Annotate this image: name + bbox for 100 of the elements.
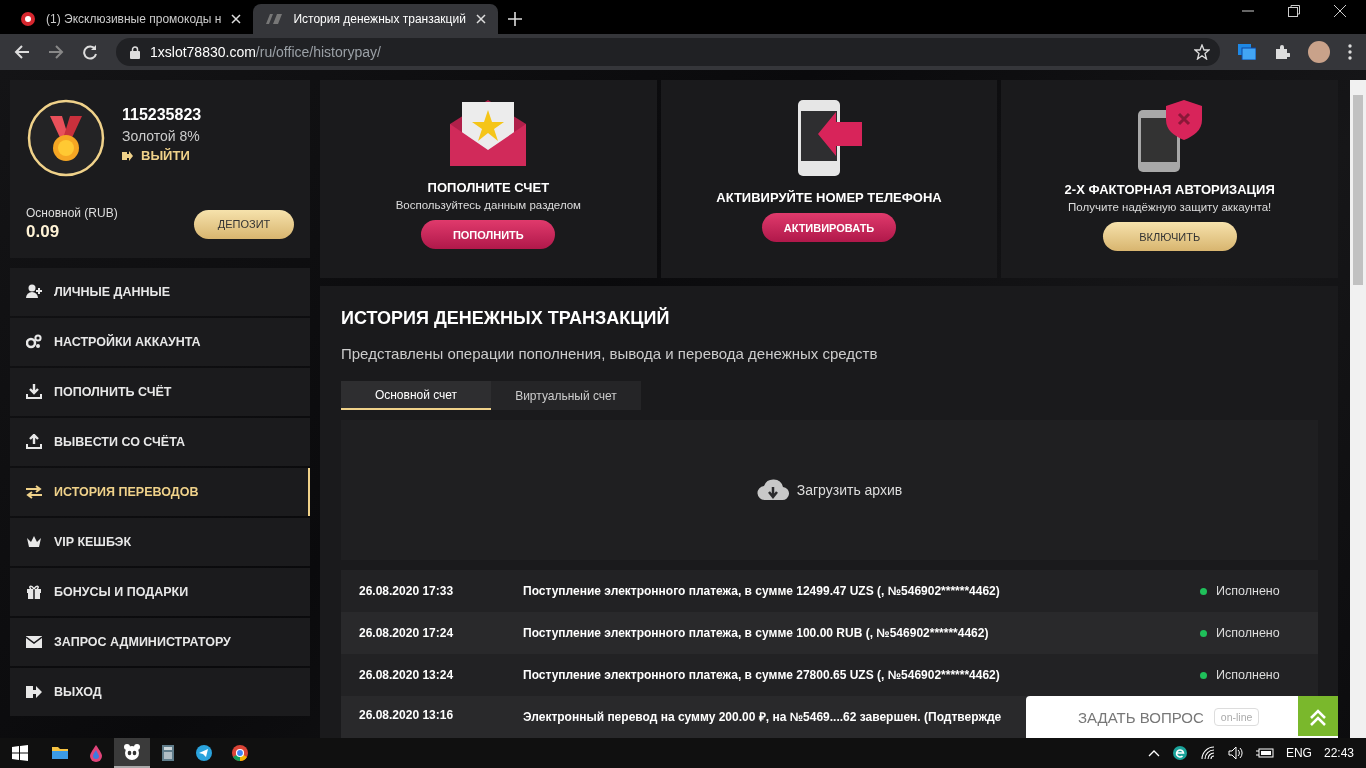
description-cell-text: Поступление электронного платежа, в сумме 100.00 RUB (, №546902******4462): [523, 626, 990, 640]
taskbar-app[interactable]: [114, 738, 150, 768]
avatar[interactable]: [1308, 41, 1330, 63]
lock-icon: [130, 45, 140, 59]
menu-item[interactable]: ВЫХОД: [10, 668, 310, 716]
balance-label: Основной (RUB): [26, 206, 118, 220]
crown-icon: [26, 534, 42, 550]
close-icon[interactable]: [231, 14, 242, 24]
paper-plane-icon: [195, 744, 213, 762]
scrollbar[interactable]: [1350, 80, 1366, 738]
promo-text: Воспользуйтесь данным разделом: [395, 199, 582, 211]
page-subtitle: Представлены операции пополнения, вывода и перевода денежных средств: [341, 345, 879, 362]
account-tab[interactable]: Виртуальный счет: [491, 381, 641, 410]
close-icon[interactable]: [475, 14, 486, 24]
user-plus-icon: [26, 284, 42, 300]
close-icon[interactable]: [1334, 5, 1346, 17]
pictures-icon[interactable]: [1238, 44, 1256, 60]
puzzle-icon[interactable]: [1274, 44, 1290, 60]
deposit-button[interactable]: ДЕПОЗИТ: [194, 209, 294, 239]
menu-item[interactable]: ЗАПРОС АДМИНИСТРАТОРУ: [10, 618, 310, 666]
battery-icon[interactable]: [1255, 747, 1274, 759]
forward-icon[interactable]: [48, 44, 64, 60]
gift-icon: [26, 584, 42, 600]
url-text: 1xslot78830.com/ru/office/historypay/: [150, 44, 382, 60]
promo-text: Получите надёжную защиту аккаунта!: [1068, 201, 1272, 213]
status-dot: [1200, 671, 1207, 679]
exit-icon: [26, 684, 42, 700]
download-archive-link[interactable]: Загрузить архив: [756, 478, 903, 502]
menu-item[interactable]: ПОПОЛНИТЬ СЧЁТ: [10, 368, 310, 416]
phone-shield-icon: [1137, 100, 1202, 172]
chrome-icon: [231, 744, 249, 762]
promo-button[interactable]: ПОПОЛНИТЬ: [421, 220, 556, 249]
reload-icon[interactable]: [82, 44, 98, 60]
back-icon[interactable]: [14, 44, 30, 60]
status-cell: Исполнено: [1216, 584, 1280, 598]
promo-title: 2-Х ФАКТОРНАЯ АВТОРИЗАЦИЯ: [1064, 182, 1275, 197]
date-cell-text: 26.08.2020 13:16: [359, 708, 455, 722]
windows-start-icon[interactable]: [12, 745, 28, 761]
cloud-download-icon: [756, 478, 789, 502]
menu-item[interactable]: ИСТОРИЯ ПЕРЕВОДОВ: [10, 468, 310, 516]
menu-item[interactable]: VIP КЕШБЭК: [10, 518, 310, 566]
promo-button[interactable]: ВКЛЮЧИТЬ: [1102, 222, 1237, 251]
description-cell-text: Поступление электронного платежа, в сумме 27800.65 UZS (, №546902******4462): [523, 668, 1001, 682]
promo-title: ПОПОЛНИТЕ СЧЕТ: [427, 180, 550, 195]
date-cell-text: 26.08.2020 17:33: [359, 584, 455, 598]
logout-link[interactable]: ВЫЙТИ: [122, 148, 202, 163]
transfer-arrows-icon: [26, 484, 42, 500]
upload-icon: [26, 434, 42, 450]
tab-title: История денежных транзакций: [293, 12, 466, 26]
star-icon[interactable]: [1194, 44, 1210, 60]
restore-icon[interactable]: [1288, 5, 1300, 17]
account-tab[interactable]: Основной счет: [341, 381, 491, 410]
menu-item[interactable]: НАСТРОЙКИ АККАУНТА: [10, 318, 310, 366]
menu-item[interactable]: ЛИЧНЫЕ ДАННЫЕ: [10, 268, 310, 316]
description-cell-text: Электронный перевод на сумму 200.00 ₽, на №5469....62 завершен. (Подтвержде: [523, 709, 1002, 725]
date-cell-text: 26.08.2020 13:24: [359, 668, 455, 682]
browser-tab[interactable]: История денежных транзакций: [253, 4, 498, 34]
double-chevron-icon: [1298, 696, 1338, 736]
drop-icon: [87, 744, 105, 762]
menu-item[interactable]: ВЫВЕСТИ СО СЧЁТА: [10, 418, 310, 466]
phone-arrow-icon: [796, 100, 862, 176]
browser-tab[interactable]: (1) Эксклюзивные промокоды н: [8, 4, 254, 34]
status-cell: Исполнено: [1216, 626, 1280, 640]
exit-icon: [122, 150, 133, 161]
balance-value: 0.09: [26, 222, 61, 242]
download-icon: [26, 384, 42, 400]
menu-item[interactable]: БОНУСЫ И ПОДАРКИ: [10, 568, 310, 616]
status-dot: [1200, 629, 1207, 637]
description-cell-text: Поступление электронного платежа, в сумме 12499.47 UZS (, №546902******4462): [523, 584, 1001, 598]
account-level: Золотой 8%: [122, 128, 201, 144]
account-id: 115235823: [122, 106, 202, 124]
wifi-icon[interactable]: [1199, 746, 1216, 760]
promo-button[interactable]: АКТИВИРОВАТЬ: [762, 213, 896, 242]
chevron-up-icon[interactable]: [1147, 749, 1160, 757]
menu-icon[interactable]: [1348, 44, 1352, 60]
panda-icon: [123, 743, 141, 761]
medal-icon: [26, 98, 106, 178]
status-cell: Исполнено: [1216, 668, 1280, 682]
date-cell-text: 26.08.2020 17:24: [359, 626, 455, 640]
address-bar[interactable]: 1xslot78830.com/ru/office/historypay/: [116, 38, 1220, 66]
gears-icon: [26, 334, 42, 350]
online-badge: on-line: [1213, 708, 1260, 726]
chat-label: ЗАДАТЬ ВОПРОС: [1078, 708, 1204, 726]
envelope-star-icon: [450, 100, 527, 166]
logo-icon: [265, 13, 284, 25]
language-indicator[interactable]: ENG: [1285, 746, 1312, 760]
volume-icon[interactable]: [1227, 746, 1244, 760]
scroll-thumb[interactable]: [1353, 95, 1363, 285]
status-dot: [1200, 587, 1207, 595]
promo-title: АКТИВИРУЙТЕ НОМЕР ТЕЛЕФОНА: [716, 190, 942, 205]
page-title: ИСТОРИЯ ДЕНЕЖНЫХ ТРАНЗАКЦИЙ: [341, 308, 671, 329]
new-tab-icon[interactable]: [507, 12, 522, 26]
chip-favicon-icon: [20, 11, 36, 27]
chat-widget[interactable]: ЗАДАТЬ ВОПРОС on-line: [1026, 696, 1338, 738]
calculator-icon: [159, 744, 177, 762]
envelope-icon: [26, 634, 42, 650]
clock[interactable]: 22:43: [1323, 746, 1354, 760]
antivirus-icon[interactable]: [1171, 745, 1188, 761]
tab-title: (1) Эксклюзивные промокоды н: [46, 12, 222, 26]
folder-icon: [51, 744, 69, 762]
